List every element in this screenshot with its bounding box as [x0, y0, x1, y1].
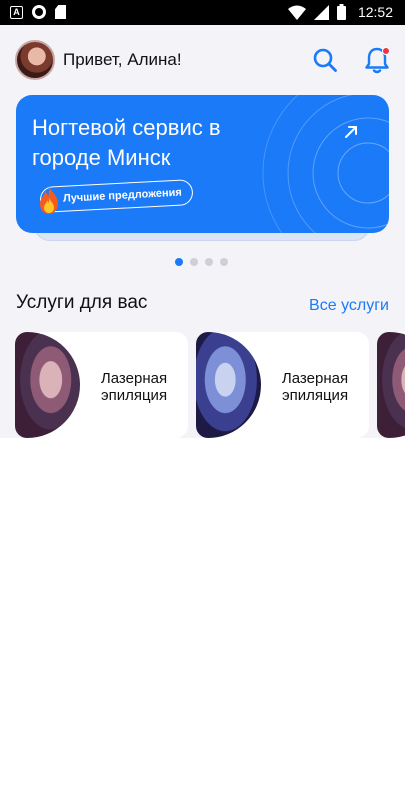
home-screen: Привет, Алина! Ногтевой сервис в городе … [0, 25, 405, 438]
service-photo [196, 332, 261, 438]
decorative-rings [262, 95, 389, 233]
carousel-indicator [175, 258, 228, 266]
banner-title: Ногтевой сервис в городе Минск [32, 115, 221, 170]
services-section-title: Услуги для вас [16, 292, 148, 313]
signal-icon [313, 4, 329, 20]
search-button[interactable] [312, 47, 338, 73]
carousel-dot[interactable] [205, 258, 213, 266]
notification-a-icon: A [10, 5, 23, 19]
service-card[interactable] [377, 332, 405, 438]
arrow-up-right-icon[interactable] [337, 118, 365, 146]
fire-icon [40, 186, 58, 214]
notifications-button[interactable] [362, 45, 392, 75]
promo-banner[interactable]: Ногтевой сервис в городе Минск Лучшие пр… [16, 95, 389, 233]
service-card[interactable]: Лазерная эпиляция [196, 332, 369, 438]
avatar[interactable] [15, 40, 55, 80]
status-time: 12:52 [357, 4, 393, 20]
header: Привет, Алина! [0, 25, 405, 93]
service-photo [15, 332, 80, 438]
search-icon [313, 48, 337, 72]
service-card-label: Лазерная эпиляция [100, 370, 168, 404]
sd-card-icon [55, 5, 66, 19]
wifi-icon [287, 5, 306, 20]
chip-label: Лучшие предложения [62, 186, 183, 205]
service-photo [377, 332, 405, 438]
carousel-dot[interactable] [190, 258, 198, 266]
status-bar-system: 12:52 [287, 4, 393, 20]
service-card[interactable]: Лазерная эпиляция [15, 332, 188, 438]
carousel-dot-active[interactable] [175, 258, 183, 266]
services-carousel[interactable]: Лазерная эпиляция Лазерная эпиляция [15, 332, 405, 438]
status-bar-notifications: A [10, 5, 66, 19]
status-bar: A 12:52 [0, 0, 405, 25]
service-card-label: Лазерная эпиляция [281, 370, 349, 404]
battery-icon [336, 4, 346, 20]
record-icon [32, 5, 46, 19]
notification-badge [382, 47, 390, 55]
all-services-link[interactable]: Все услуги [309, 297, 389, 315]
carousel-dot[interactable] [220, 258, 228, 266]
best-offers-chip: Лучшие предложения [39, 179, 194, 213]
greeting-text: Привет, Алина! [63, 50, 182, 69]
